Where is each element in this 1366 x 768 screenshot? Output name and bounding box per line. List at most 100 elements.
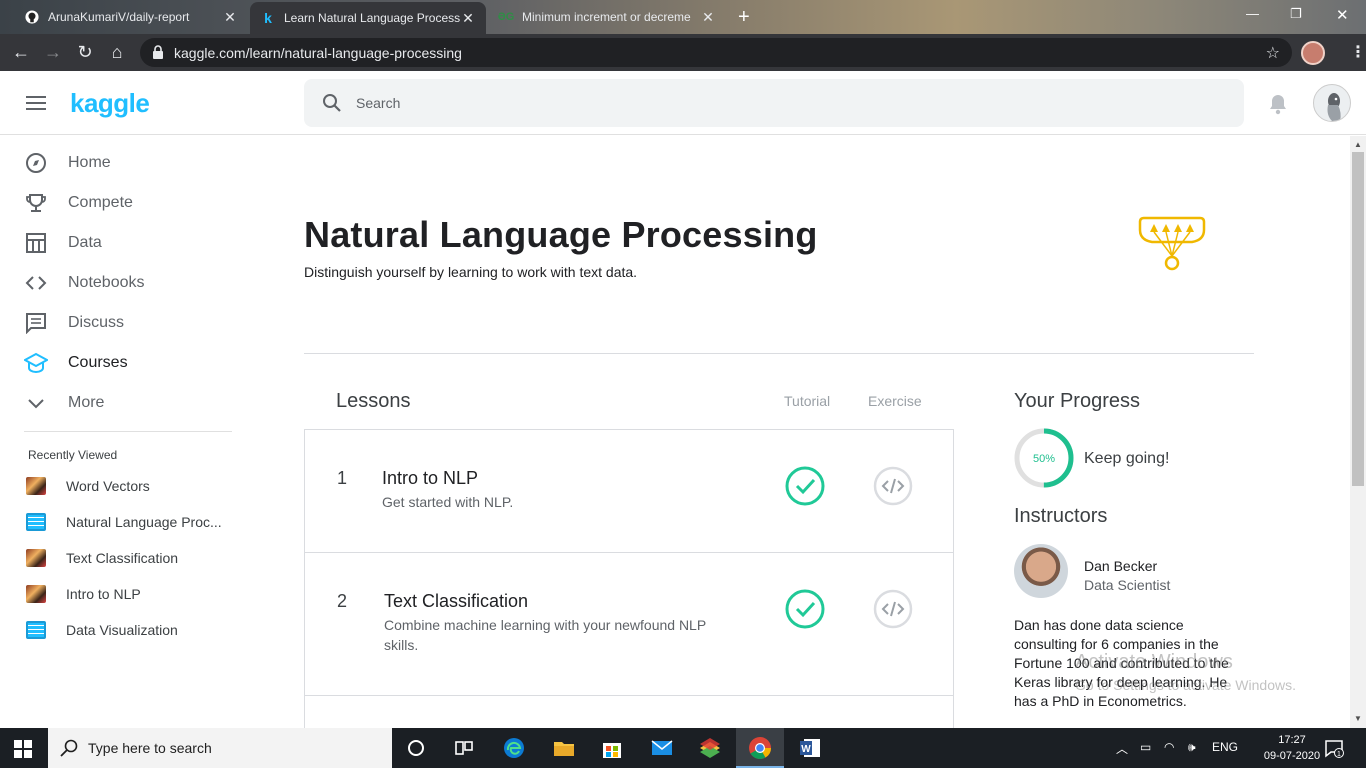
- back-icon[interactable]: ←: [10, 42, 32, 64]
- recent-item[interactable]: Natural Language Proc...: [26, 510, 256, 534]
- sidebar-item-notebooks[interactable]: Notebooks: [24, 268, 244, 298]
- new-tab-icon[interactable]: +: [738, 6, 750, 29]
- recent-item[interactable]: Intro to NLP: [26, 582, 256, 606]
- battery-icon[interactable]: ▭: [1140, 740, 1151, 754]
- clock-time: 17:27: [1278, 734, 1306, 746]
- forward-icon[interactable]: →: [42, 42, 64, 64]
- bluestacks-icon[interactable]: [698, 736, 722, 760]
- clock-date: 09-07-2020: [1263, 750, 1321, 762]
- gfg-icon: ƏG: [497, 11, 515, 23]
- school-icon: [24, 351, 48, 375]
- browser-tab-gfg[interactable]: ƏG Minimum increment or decreme ✕: [488, 0, 726, 34]
- scroll-down-arrow-icon[interactable]: ▼: [1354, 714, 1362, 723]
- svg-text:W: W: [801, 744, 811, 755]
- taskbar-search-input[interactable]: Type here to search: [48, 728, 392, 768]
- sidebar-item-compete[interactable]: Compete: [24, 188, 244, 218]
- activate-windows-watermark: Activate Windows: [1075, 651, 1233, 673]
- kaggle-header: kaggle Search: [0, 71, 1366, 135]
- word-icon[interactable]: W: [798, 736, 822, 760]
- course-thumbnail-icon: [26, 585, 46, 603]
- action-center-icon[interactable]: 1: [1324, 738, 1344, 761]
- instructor-avatar[interactable]: [1014, 544, 1068, 598]
- instructor-name[interactable]: Dan Becker: [1084, 558, 1157, 574]
- instructor-role: Data Scientist: [1084, 577, 1171, 593]
- recent-item[interactable]: Data Visualization: [26, 618, 256, 642]
- close-window-icon[interactable]: ✕: [1336, 6, 1349, 24]
- notebook-icon: [26, 621, 46, 639]
- taskbar-clock[interactable]: 17:27 09-07-2020: [1262, 732, 1322, 764]
- sidebar-item-label: Home: [68, 154, 111, 171]
- chrome-taskbar-active[interactable]: [736, 728, 784, 768]
- lesson-row[interactable]: 2 Text Classification Combine machine le…: [305, 553, 953, 696]
- sidebar-item-label: Courses: [68, 354, 128, 371]
- close-tab-icon[interactable]: ✕: [700, 9, 716, 26]
- close-tab-icon[interactable]: ✕: [460, 10, 476, 27]
- tray-chevron-up-icon[interactable]: ︿: [1116, 740, 1128, 757]
- lesson-title[interactable]: Text Classification: [384, 591, 528, 612]
- tutorial-complete-check-icon[interactable]: [785, 589, 825, 629]
- volume-icon[interactable]: 🕪: [1188, 740, 1196, 755]
- browser-menu-icon[interactable]: ⋮: [1350, 42, 1366, 62]
- sidebar-item-label: Notebooks: [68, 274, 145, 291]
- browser-tab-github[interactable]: ArunaKumariV/daily-report ✕: [14, 0, 248, 34]
- close-tab-icon[interactable]: ✕: [222, 9, 238, 26]
- edge-icon[interactable]: [502, 736, 526, 760]
- chrome-icon: [748, 736, 772, 765]
- search-input[interactable]: Search: [304, 79, 1244, 127]
- restore-icon[interactable]: ❐: [1290, 6, 1302, 22]
- recent-item[interactable]: Text Classification: [26, 546, 256, 570]
- sidebar-item-courses[interactable]: Courses: [24, 348, 244, 378]
- page-scrollbar[interactable]: ▲ ▼: [1350, 136, 1366, 728]
- instructors-heading: Instructors: [1014, 505, 1108, 527]
- browser-tab-kaggle[interactable]: k Learn Natural Language Processi ✕: [250, 2, 486, 34]
- sidebar-item-home[interactable]: Home: [24, 148, 244, 178]
- language-indicator[interactable]: ENG: [1212, 740, 1238, 754]
- address-bar[interactable]: kaggle.com/learn/natural-language-proces…: [140, 38, 1292, 67]
- lesson-row[interactable]: 1 Intro to NLP Get started with NLP.: [305, 430, 953, 553]
- course-thumbnail-icon: [26, 549, 46, 567]
- kaggle-icon: k: [264, 10, 272, 26]
- recent-item-label: Natural Language Proc...: [66, 514, 222, 530]
- home-icon[interactable]: ⌂: [106, 42, 128, 64]
- recent-item[interactable]: Word Vectors: [26, 474, 256, 498]
- hamburger-menu-icon[interactable]: [26, 96, 46, 110]
- section-divider: [304, 353, 1254, 354]
- notifications-bell-icon[interactable]: [1268, 93, 1288, 120]
- tab-title: Minimum increment or decreme: [522, 10, 691, 24]
- windows-start-icon[interactable]: [14, 740, 32, 763]
- kaggle-logo[interactable]: kaggle: [70, 88, 150, 119]
- sidebar-item-data[interactable]: Data: [24, 228, 244, 258]
- sidebar-item-label: More: [68, 394, 105, 411]
- reload-icon[interactable]: ↻: [74, 42, 96, 64]
- scrollbar-thumb[interactable]: [1352, 152, 1364, 486]
- tutorial-complete-check-icon[interactable]: [785, 466, 825, 506]
- recently-viewed-title: Recently Viewed: [28, 448, 118, 462]
- file-explorer-icon[interactable]: [552, 736, 576, 760]
- mail-icon[interactable]: [650, 736, 674, 760]
- bookmark-star-icon[interactable]: ☆: [1266, 43, 1280, 63]
- sidebar-item-label: Discuss: [68, 314, 125, 331]
- exercise-column-header: Exercise: [868, 393, 922, 409]
- sidebar-item-discuss[interactable]: Discuss: [24, 308, 244, 338]
- cortana-icon[interactable]: [404, 736, 428, 760]
- user-avatar[interactable]: [1313, 84, 1351, 122]
- exercise-code-icon[interactable]: [873, 589, 913, 629]
- sidebar-item-more[interactable]: More: [24, 388, 244, 418]
- browser-profile-avatar[interactable]: [1301, 41, 1325, 65]
- browser-tab-strip: ArunaKumariV/daily-report ✕ k Learn Natu…: [0, 0, 1366, 34]
- recent-item-label: Data Visualization: [66, 622, 178, 638]
- wifi-icon[interactable]: ◠: [1164, 740, 1174, 754]
- course-thumbnail-icon: [26, 477, 46, 495]
- lesson-number: 2: [337, 591, 348, 611]
- lesson-title[interactable]: Intro to NLP: [382, 468, 478, 489]
- tab-title: ArunaKumariV/daily-report: [48, 10, 190, 24]
- sidebar-item-label: Compete: [68, 194, 133, 211]
- task-view-icon[interactable]: [452, 736, 476, 760]
- lock-icon: [152, 45, 164, 59]
- scroll-up-arrow-icon[interactable]: ▲: [1354, 140, 1362, 149]
- minimize-icon[interactable]: —: [1246, 6, 1259, 21]
- lesson-description: Combine machine learning with your newfo…: [384, 617, 706, 653]
- taskbar-search-placeholder: Type here to search: [88, 740, 212, 756]
- store-icon[interactable]: [600, 736, 624, 760]
- exercise-code-icon[interactable]: [873, 466, 913, 506]
